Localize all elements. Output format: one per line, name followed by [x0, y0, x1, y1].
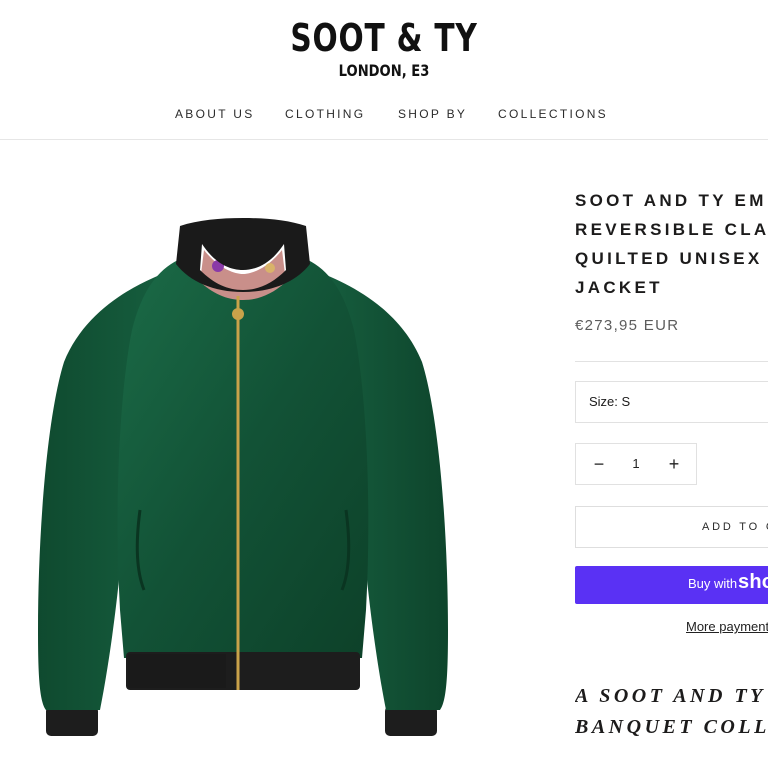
nav-item-shop-by[interactable]: SHOP BY	[398, 107, 467, 121]
product-title: SOOT AND TY EM REVERSIBLE CLASS QUILTED …	[575, 186, 768, 302]
price-divider	[575, 361, 768, 362]
product-title-line: JACKET	[575, 278, 663, 297]
product-title-line: QUILTED UNISEX B	[575, 249, 768, 268]
quantity-decrease-button[interactable]: −	[587, 452, 611, 476]
quantity-increase-button[interactable]: +	[662, 452, 686, 476]
quantity-value[interactable]: 1	[624, 452, 648, 476]
product-title-line: REVERSIBLE CLASS	[575, 220, 768, 239]
right-cuff	[385, 706, 437, 736]
buy-with-label: Buy with	[688, 576, 738, 591]
quantity-stepper: − 1 +	[575, 443, 697, 485]
shop-pay-logo: sho	[738, 571, 768, 593]
product-title-line: SOOT AND TY EM	[575, 191, 767, 210]
jacket-body	[117, 260, 369, 658]
description-heading-line: BANQUET COLLE	[575, 716, 768, 738]
product-price: €273,95 EUR	[575, 317, 680, 334]
size-selector[interactable]: Size: S	[575, 381, 768, 423]
product-image[interactable]	[28, 210, 458, 750]
description-heading: A SOOT AND TY BANQUET COLLE	[575, 681, 768, 743]
add-to-cart-button[interactable]: ADD TO C	[575, 506, 768, 548]
zipper-pull	[232, 308, 244, 320]
left-cuff	[46, 706, 98, 736]
product-info: SOOT AND TY EM REVERSIBLE CLASS QUILTED …	[575, 0, 768, 768]
nav-item-clothing[interactable]: CLOTHING	[285, 107, 365, 121]
buy-with-shop-button[interactable]: Buy with sho	[575, 566, 768, 604]
description-heading-line: A SOOT AND TY	[575, 685, 766, 707]
nav-item-about-us[interactable]: ABOUT US	[175, 107, 255, 121]
more-payment-options-link[interactable]: More payment	[686, 619, 768, 634]
